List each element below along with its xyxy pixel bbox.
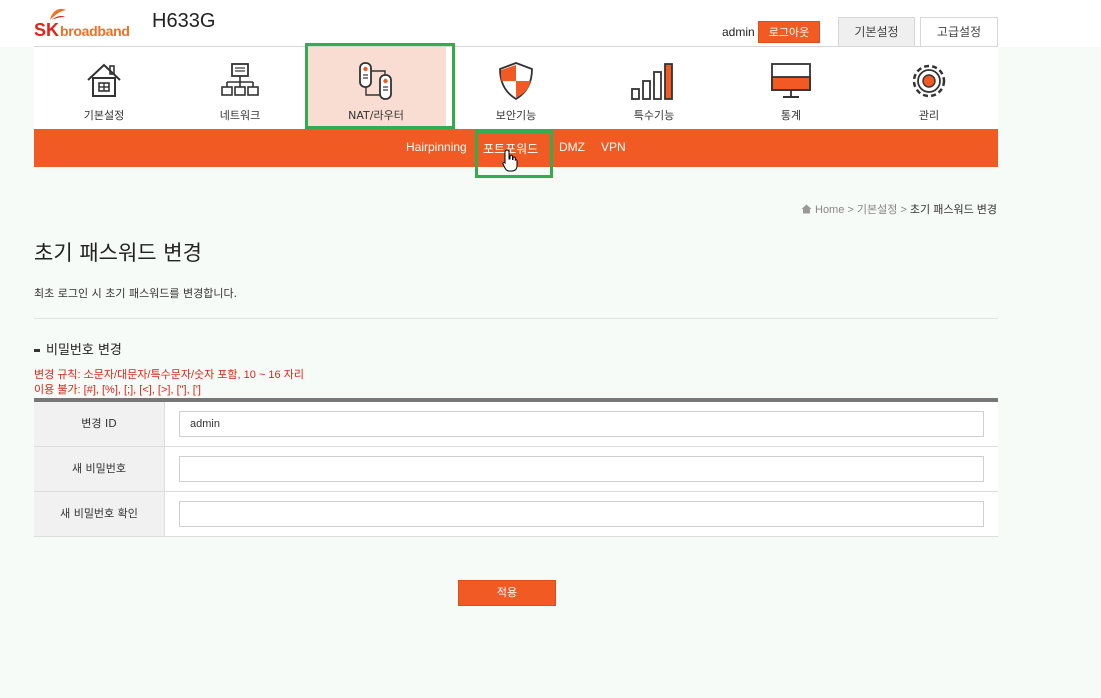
breadcrumb: Home > 기본설정 > 초기 패스워드 변경	[801, 201, 997, 217]
form-row-new-password: 새 비밀번호	[34, 447, 998, 492]
nav-label: 보안기능	[495, 109, 537, 122]
nav-item-management[interactable]: 관리	[859, 47, 999, 129]
new-password-label: 새 비밀번호	[34, 447, 165, 491]
subnav-item-vpn[interactable]: VPN	[601, 140, 626, 154]
nav-label: 통계	[780, 109, 802, 122]
change-id-input[interactable]: admin	[179, 411, 984, 437]
sk-broadband-logo[interactable]: SK broadband	[34, 6, 134, 40]
header: SK broadband H633G admin 로그아웃 기본설정 고급설정	[0, 0, 1101, 47]
network-icon	[221, 63, 259, 96]
router-icon	[359, 62, 392, 100]
section-title-text: 비밀번호 변경	[46, 343, 122, 358]
model-name: H633G	[152, 10, 216, 32]
subnav-item-hairpinning[interactable]: Hairpinning	[406, 140, 467, 154]
password-rule-text: 변경 규칙: 소문자/대문자/특수문자/숫자 포함, 10 ~ 16 자리	[34, 369, 304, 381]
monitor-icon	[771, 63, 811, 98]
house-icon	[87, 63, 121, 97]
new-password-input[interactable]	[179, 456, 984, 482]
tab-advanced-settings[interactable]: 고급설정	[920, 17, 998, 47]
hand-cursor-icon	[502, 149, 518, 172]
breadcrumb-basic-settings[interactable]: 기본설정	[857, 204, 897, 216]
nav-label: 관리	[918, 109, 940, 122]
nav-label: 특수기능	[633, 109, 675, 122]
nav-item-security[interactable]: 보안기능	[446, 47, 586, 129]
main-nav: 기본설정 네트워크 NAT/라우터 보안기능 특수기능 통계 관리	[34, 47, 998, 129]
form-row-confirm-password: 새 비밀번호 확인	[34, 492, 998, 537]
logo-broadband-text: broadband	[60, 23, 130, 39]
logo-sk-text: SK	[34, 20, 60, 40]
nav-item-basic-settings[interactable]: 기본설정	[34, 47, 174, 129]
section-title: 비밀번호 변경	[34, 339, 122, 358]
section-bullet	[34, 349, 40, 352]
page-title: 초기 패스워드 변경	[34, 241, 202, 265]
password-form: 변경 ID admin 새 비밀번호 새 비밀번호 확인	[34, 398, 998, 537]
breadcrumb-current: 초기 패스워드 변경	[909, 204, 997, 216]
confirm-password-input[interactable]	[179, 501, 984, 527]
nav-item-statistics[interactable]: 통계	[721, 47, 861, 129]
logout-button[interactable]: 로그아웃	[758, 21, 820, 43]
breadcrumb-home[interactable]: Home	[815, 204, 844, 216]
confirm-password-label: 새 비밀번호 확인	[34, 492, 165, 536]
home-icon	[801, 204, 812, 214]
forbidden-chars-text: 이용 불가: [#], [%], [;], [<], [>], ["], [']	[34, 384, 201, 396]
username-label: admin	[722, 25, 755, 39]
shield-icon	[499, 62, 533, 101]
nav-item-nat-router[interactable]: NAT/라우터	[306, 47, 446, 129]
bar-chart-icon	[631, 63, 673, 100]
nav-item-network[interactable]: 네트워크	[170, 47, 310, 129]
tab-basic-settings[interactable]: 기본설정	[838, 17, 915, 47]
change-id-label: 변경 ID	[34, 402, 165, 446]
nav-item-special[interactable]: 특수기능	[584, 47, 724, 129]
subnav-item-dmz[interactable]: DMZ	[559, 140, 585, 154]
breadcrumb-separator: >	[844, 204, 857, 216]
breadcrumb-separator: >	[897, 204, 910, 216]
section-divider	[34, 318, 998, 319]
gear-icon	[912, 64, 946, 98]
nav-label: 기본설정	[83, 109, 125, 122]
apply-button[interactable]: 적용	[458, 580, 556, 606]
nav-label: 네트워크	[219, 109, 261, 122]
form-row-change-id: 변경 ID admin	[34, 402, 998, 447]
page-description: 최초 로그인 시 초기 패스워드를 변경합니다.	[34, 287, 238, 300]
nav-label: NAT/라우터	[348, 109, 404, 122]
